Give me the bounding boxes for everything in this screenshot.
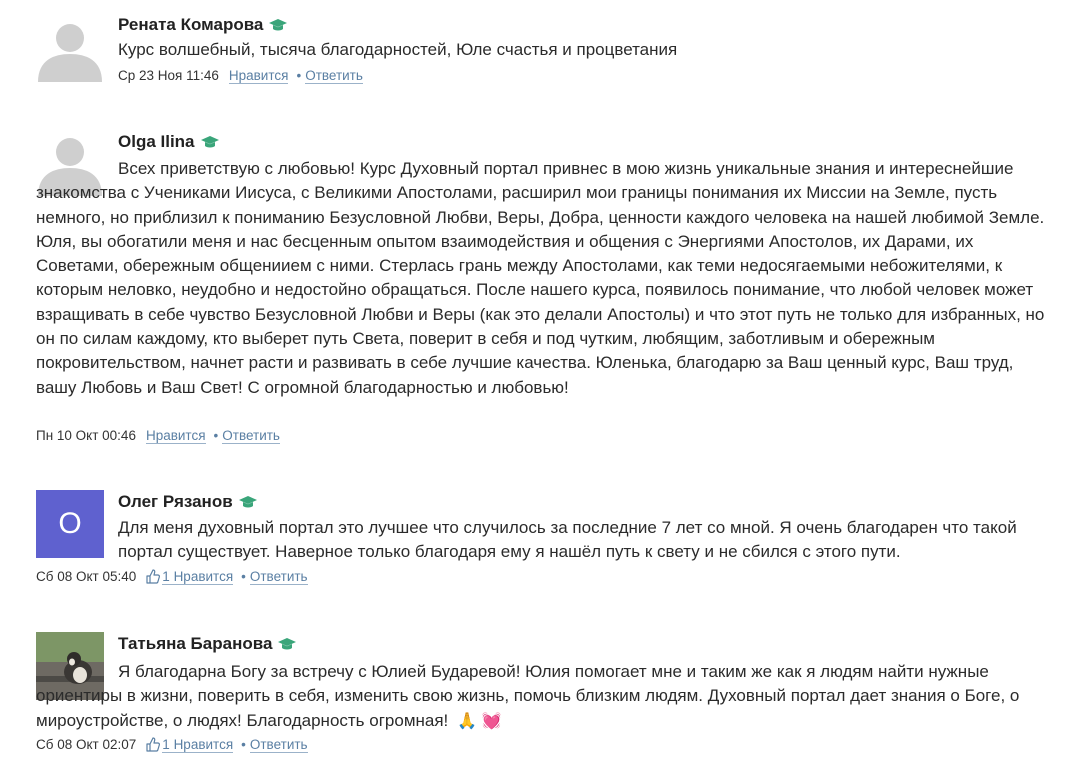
comment-meta: Сб 08 Окт 02:07 1 Нравится • Ответить — [36, 737, 308, 755]
graduation-cap-icon — [268, 17, 288, 37]
comment-text: Я благодарна Богу за встречу с Юлией Буд… — [36, 660, 1046, 734]
like-link[interactable]: Нравится — [145, 428, 206, 444]
separator-dot: • — [241, 569, 246, 584]
comment-author[interactable]: Рената Комарова — [118, 15, 288, 37]
reply-link[interactable]: Ответить — [305, 68, 363, 84]
like-link[interactable]: 1 Нравится — [162, 737, 234, 753]
comment-text: Для меня духовный портал это лучшее что … — [118, 518, 1017, 562]
thumbs-up-icon[interactable] — [146, 737, 161, 755]
reply-link[interactable]: Ответить — [249, 737, 308, 753]
reply-link[interactable]: Ответить — [222, 428, 280, 444]
separator-dot: • — [241, 737, 246, 752]
comment-date: Пн 10 Окт 00:46 — [36, 428, 136, 443]
separator-dot: • — [296, 68, 302, 83]
user-silhouette-icon — [38, 24, 102, 82]
comment-date: Ср 23 Ноя 11:46 — [118, 68, 219, 83]
author-name[interactable]: Татьяна Баранова — [118, 634, 272, 653]
letter-avatar[interactable]: О — [36, 490, 104, 558]
like-count: 1 — [162, 569, 170, 584]
like-label: Нравится — [173, 737, 234, 752]
separator-dot: • — [213, 428, 219, 443]
placeholder-avatar[interactable] — [36, 14, 104, 82]
graduation-cap-icon — [277, 636, 297, 656]
comment-text: Курс волшебный, тысяча благодарностей, Ю… — [118, 40, 678, 59]
author-name[interactable]: Олег Рязанов — [118, 492, 233, 511]
praying-hands-icon: 🙏 — [457, 712, 477, 730]
comment-meta: Сб 08 Окт 05:40 1 Нравится • Ответить — [36, 569, 308, 587]
comment-date: Сб 08 Окт 05:40 — [36, 569, 137, 584]
comment-date: Сб 08 Окт 02:07 — [36, 737, 137, 752]
comment-meta: Пн 10 Окт 00:46 Нравится • Ответить — [36, 428, 280, 444]
comment-meta: Ср 23 Ноя 11:46 Нравится • Ответить — [118, 68, 363, 84]
comment-author[interactable]: Татьяна Баранова — [118, 634, 297, 656]
comment-text-content: Всех приветствую с любовью! Курс Духовны… — [36, 159, 1045, 397]
reply-link[interactable]: Ответить — [249, 569, 308, 585]
comment-text-content: Я благодарна Богу за встречу с Юлией Буд… — [36, 662, 1020, 730]
like-link[interactable]: 1 Нравится — [162, 569, 234, 585]
comment-text: Всех приветствую с любовью! Курс Духовны… — [36, 157, 1046, 400]
comment-author[interactable]: Olga Ilina — [118, 132, 220, 154]
avatar-letter: О — [58, 507, 82, 540]
comment-author[interactable]: Олег Рязанов — [118, 492, 258, 514]
like-link[interactable]: Нравится — [228, 68, 289, 84]
author-name[interactable]: Рената Комарова — [118, 15, 263, 34]
graduation-cap-icon — [200, 134, 220, 154]
like-count: 1 — [162, 737, 170, 752]
author-name[interactable]: Olga Ilina — [118, 132, 195, 151]
like-label: Нравится — [173, 569, 234, 584]
thumbs-up-icon[interactable] — [146, 569, 161, 587]
graduation-cap-icon — [238, 494, 258, 514]
heart-icon: 💓 — [481, 712, 502, 730]
